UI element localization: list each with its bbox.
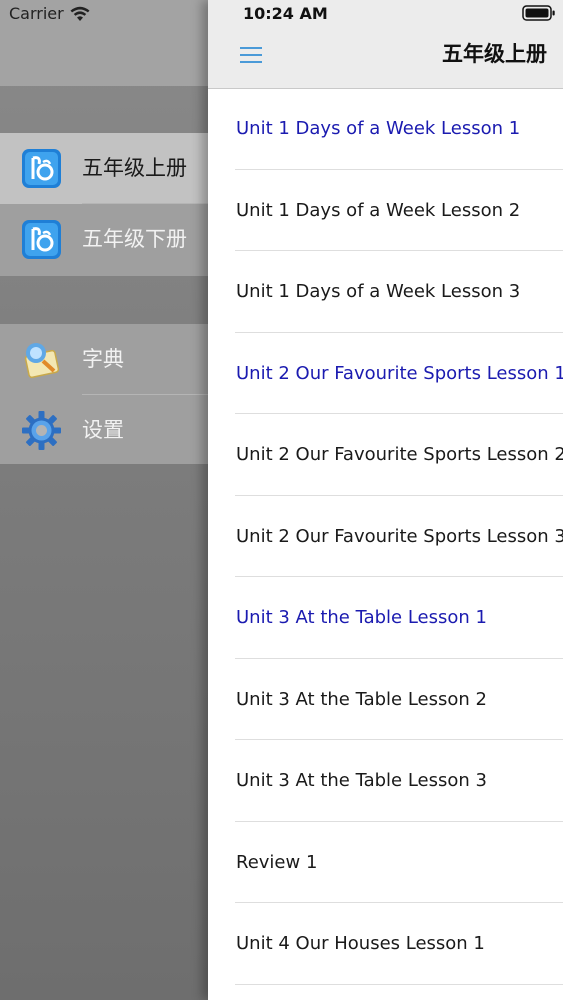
lesson-label: Unit 3 At the Table Lesson 3 (236, 770, 487, 791)
book-app-icon (22, 220, 61, 259)
drawer-item-label: 五年级下册 (82, 227, 187, 251)
lesson-label: Unit 3 At the Table Lesson 2 (236, 688, 487, 710)
carrier-indicator: Carrier (9, 4, 90, 23)
lesson-label: Unit 3 At the Table Lesson 1 (236, 607, 487, 628)
lesson-label: Unit 1 Days of a Week Lesson 2 (236, 199, 521, 221)
list-item[interactable]: Unit 1 Days of a Week Lesson 1 (208, 88, 563, 170)
navigation-bar: 10:24 AM 五年级上册 (208, 0, 563, 89)
lesson-label: Unit 1 Days of a Week Lesson 3 (236, 281, 521, 302)
drawer-item-label: 五年级上册 (82, 156, 187, 180)
lesson-label: Unit 2 Our Favourite Sports Lesson 2 (236, 444, 563, 465)
drawer-item-label: 设置 (82, 418, 124, 442)
lesson-label: Unit 4 Our Houses Lesson 1 (236, 933, 485, 954)
lesson-label: Unit 2 Our Favourite Sports Lesson 1 (236, 362, 563, 384)
lesson-label: Unit 2 Our Favourite Sports Lesson 3 (236, 525, 563, 547)
drawer-item-label: 字典 (82, 347, 124, 371)
list-item[interactable]: Unit 4 Our Houses Lesson 1 (208, 903, 563, 985)
lesson-label: Unit 1 Days of a Week Lesson 1 (236, 118, 521, 139)
page-title: 五年级上册 (442, 42, 547, 66)
divider (235, 983, 563, 985)
lesson-list: Unit 1 Days of a Week Lesson 1 Unit 1 Da… (208, 88, 563, 985)
list-item[interactable]: Review 1 (208, 822, 563, 903)
list-item[interactable]: Unit 2 Our Favourite Sports Lesson 3 (208, 496, 563, 577)
list-item[interactable]: Unit 1 Days of a Week Lesson 3 (208, 251, 563, 333)
carrier-label: Carrier (9, 4, 64, 23)
battery-icon (522, 5, 555, 21)
lesson-list-panel: 10:24 AM 五年级上册 Unit 1 Days of a Week Les… (208, 0, 563, 1000)
hamburger-menu-icon[interactable] (238, 44, 264, 66)
status-time: 10:24 AM (243, 4, 328, 23)
list-item[interactable]: Unit 1 Days of a Week Lesson 2 (208, 170, 563, 251)
list-item[interactable]: Unit 2 Our Favourite Sports Lesson 2 (208, 414, 563, 496)
list-item[interactable]: Unit 3 At the Table Lesson 1 (208, 577, 563, 659)
list-item[interactable]: Unit 3 At the Table Lesson 2 (208, 659, 563, 740)
lesson-label: Review 1 (236, 851, 318, 873)
wifi-icon (70, 6, 90, 21)
dictionary-icon (24, 343, 60, 379)
list-item[interactable]: Unit 2 Our Favourite Sports Lesson 1 (208, 333, 563, 414)
gear-icon (22, 411, 61, 450)
book-app-icon (22, 149, 61, 188)
list-item[interactable]: Unit 3 At the Table Lesson 3 (208, 740, 563, 822)
